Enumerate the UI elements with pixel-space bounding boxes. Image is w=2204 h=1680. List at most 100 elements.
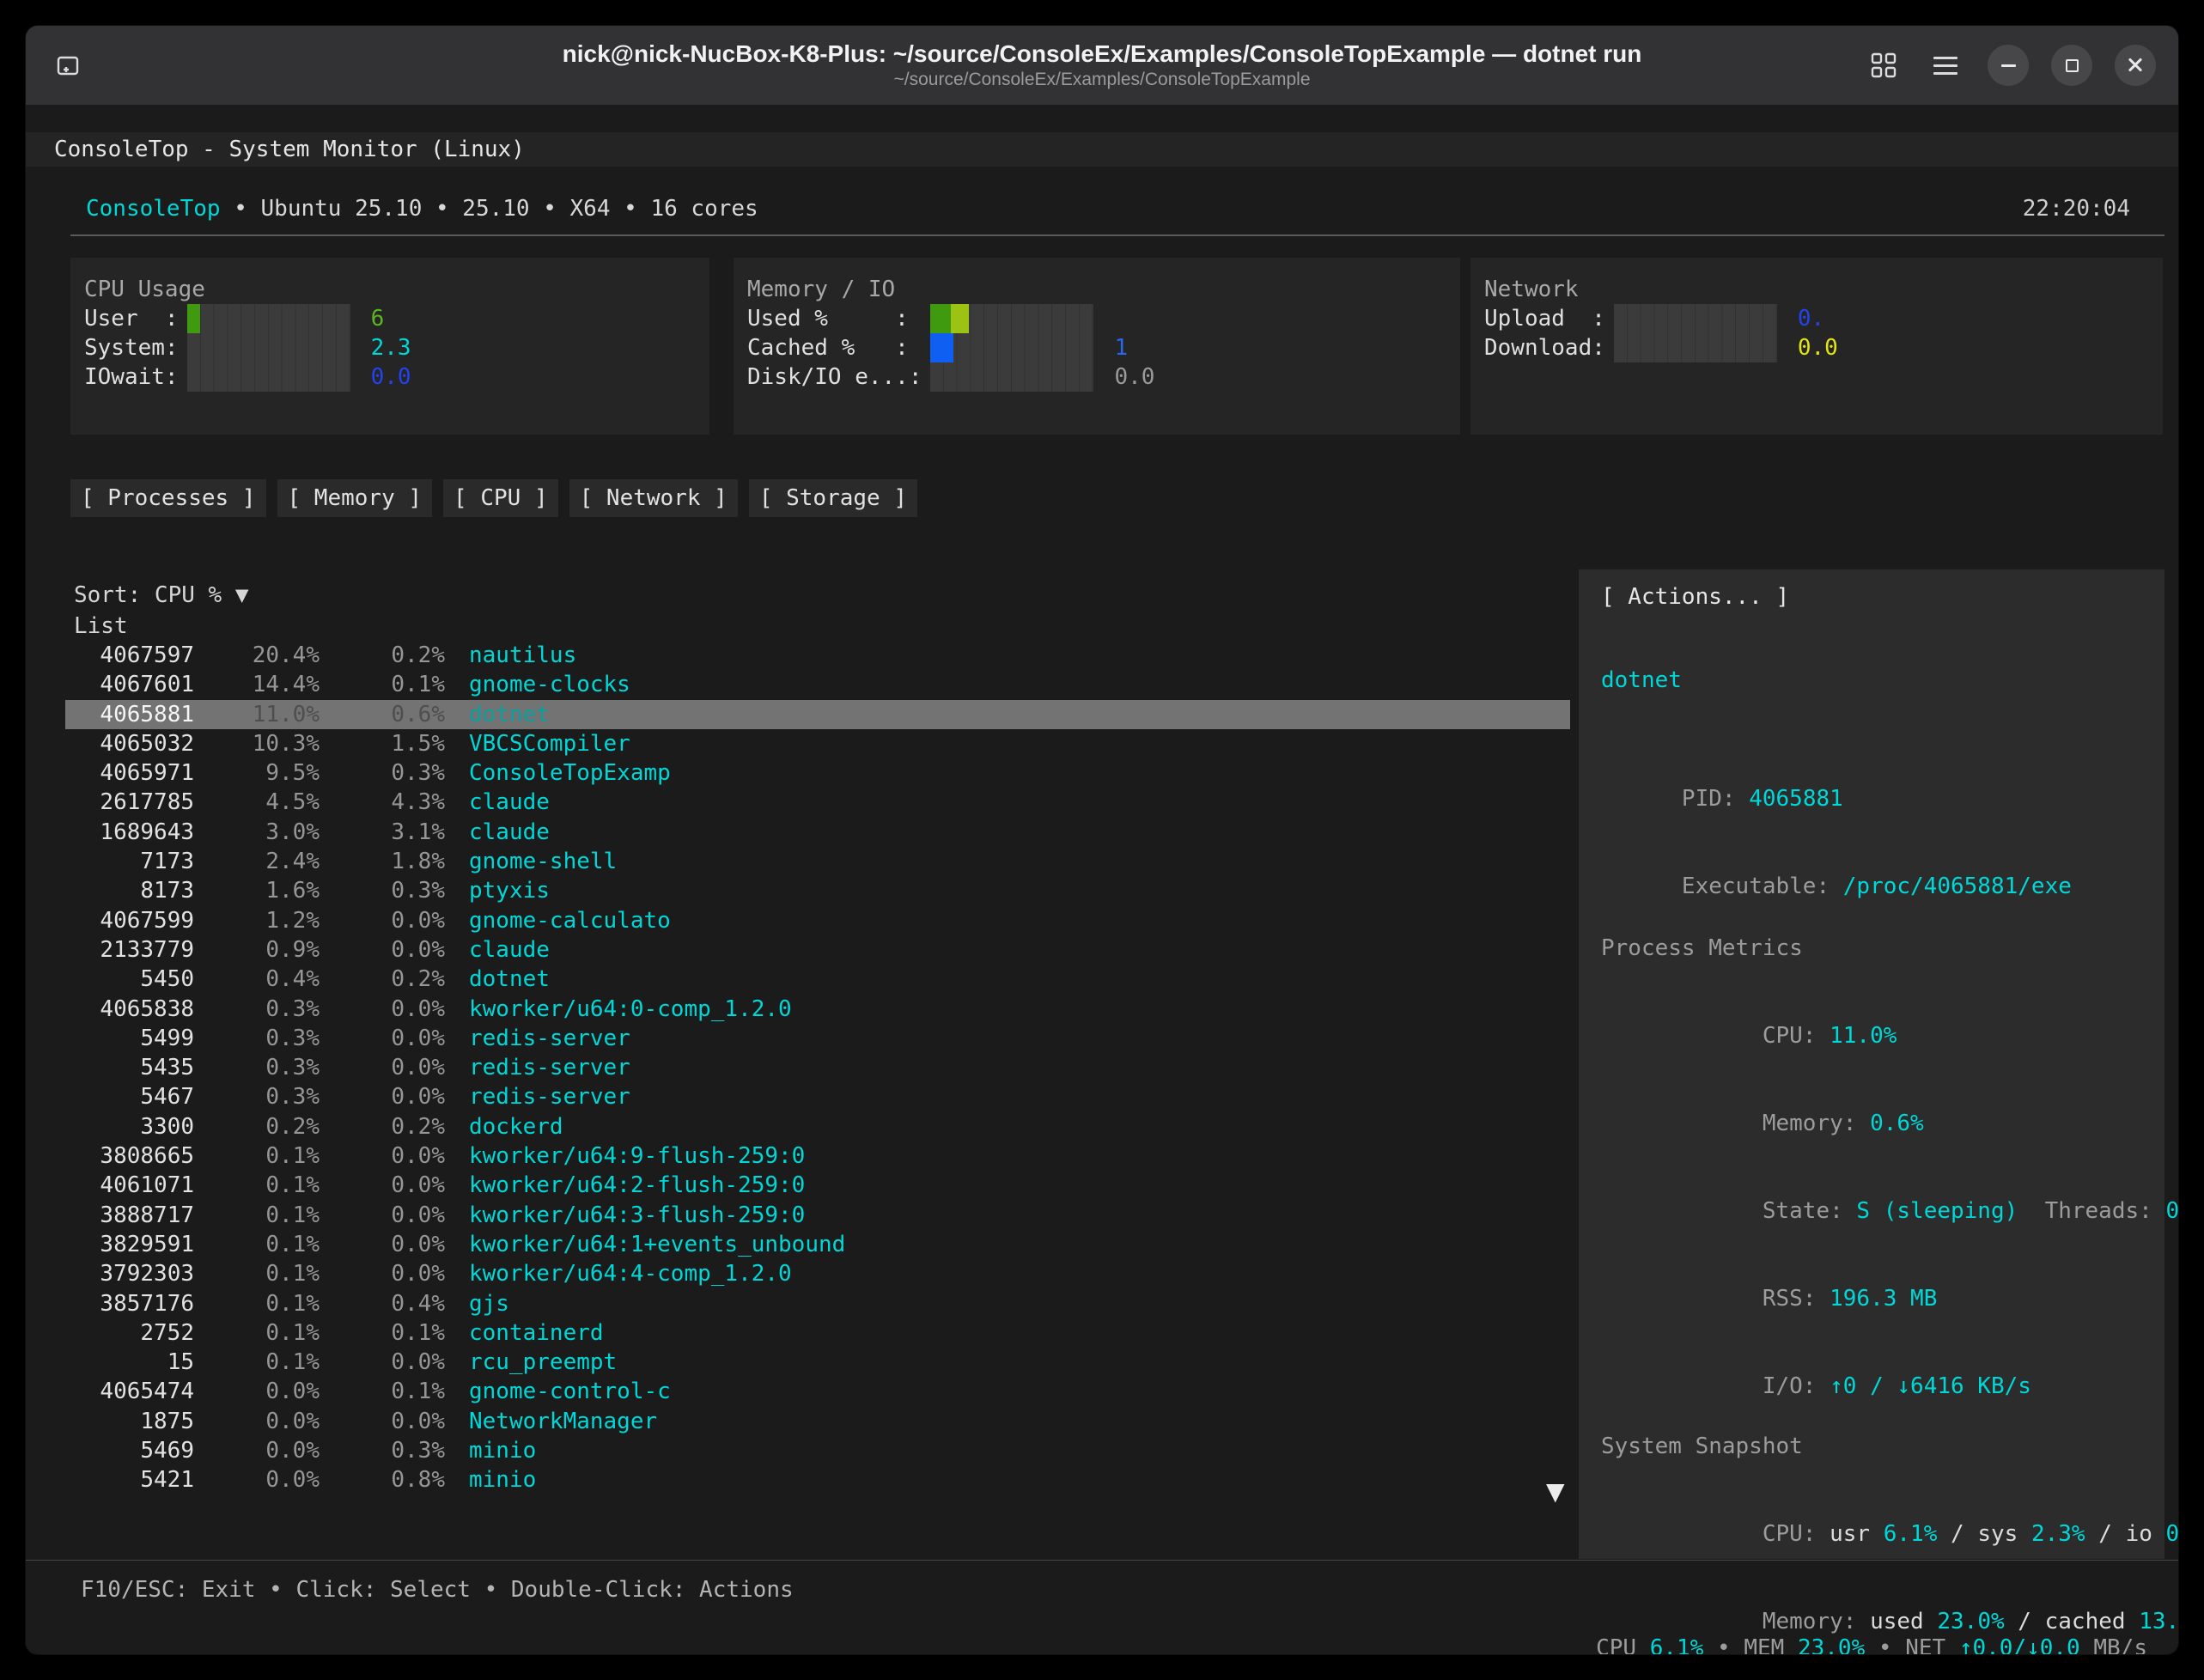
table-row[interactable]: 5421 0.0% 0.8% minio [65, 1465, 1570, 1494]
view-tab[interactable]: [ CPU ] [443, 479, 558, 517]
table-row[interactable]: 5469 0.0% 0.3% minio [65, 1436, 1570, 1465]
cell-pid: 3792303 [65, 1259, 194, 1288]
cell-pid: 5499 [65, 1024, 194, 1053]
table-row[interactable]: 3888717 0.1% 0.0% kworker/u64:3-flush-25… [65, 1201, 1570, 1230]
cell-mem: 0.1% [320, 670, 445, 699]
text-segment: / [1937, 1521, 1977, 1547]
view-tab[interactable]: [ Network ] [569, 479, 738, 517]
cell-process-name: gnome-control-c [445, 1377, 1570, 1406]
sort-control[interactable]: Sort: CPU % ▼ [74, 581, 249, 610]
minimize-button[interactable] [1988, 45, 2029, 86]
table-row[interactable]: 2133779 0.9% 0.0% claude [65, 935, 1570, 965]
cell-process-name: redis-server [445, 1024, 1570, 1053]
cell-process-name: claude [445, 788, 1570, 817]
close-button[interactable] [2115, 45, 2156, 86]
table-row[interactable]: 15 0.1% 0.0% rcu_preempt [65, 1348, 1570, 1377]
scroll-down-indicator[interactable]: ▼ [1546, 1477, 1565, 1506]
table-row[interactable]: 3792303 0.1% 0.0% kworker/u64:4-comp_1.2… [65, 1259, 1570, 1288]
cell-mem: 0.2% [320, 965, 445, 994]
text-segment: Memory: [1763, 1111, 1870, 1136]
cell-pid: 2133779 [65, 935, 194, 965]
table-row[interactable]: 5450 0.4% 0.2% dotnet [65, 965, 1570, 994]
status-divider [26, 1560, 2178, 1561]
table-row[interactable]: 3857176 0.1% 0.4% gjs [65, 1289, 1570, 1318]
text-segment: S (sleeping) [1856, 1198, 2018, 1224]
actions-button[interactable]: [ Actions... ] [1601, 578, 1789, 616]
app-title-strip: ConsoleTop - System Monitor (Linux) [26, 132, 2178, 167]
cell-pid: 8173 [65, 876, 194, 905]
table-row[interactable]: 4067597 20.4% 0.2% nautilus [65, 641, 1570, 670]
new-tab-button[interactable] [48, 46, 88, 85]
table-row[interactable]: 3808665 0.1% 0.0% kworker/u64:9-flush-25… [65, 1141, 1570, 1171]
table-row[interactable]: 1689643 3.0% 3.1% claude [65, 818, 1570, 847]
network-panel: Network Upload : 0. Download: 0.0 [1470, 258, 2163, 435]
table-row[interactable]: 5499 0.3% 0.0% redis-server [65, 1024, 1570, 1053]
cell-cpu: 2.4% [194, 847, 320, 876]
cell-mem: 0.3% [320, 876, 445, 905]
tab-overview-button[interactable] [1864, 46, 1903, 85]
text-segment: 11.0% [1830, 1023, 1897, 1049]
cell-cpu: 0.0% [194, 1465, 320, 1494]
text-segment: State: [1763, 1198, 1857, 1224]
text-segment: 23.0% [1798, 1635, 1865, 1654]
process-details-panel: [ Actions... ] dotnet PID: 4065881 Execu… [1579, 569, 2164, 1559]
table-row[interactable]: 3300 0.2% 0.2% dockerd [65, 1112, 1570, 1141]
tab-overview-icon [1871, 52, 1897, 78]
text-segment: • [1865, 1635, 1905, 1654]
table-row[interactable]: 2752 0.1% 0.1% containerd [65, 1318, 1570, 1348]
cell-mem: 0.6% [320, 700, 445, 729]
app-header: ConsoleTop • Ubuntu 25.10 • 25.10 • X64 … [86, 194, 2130, 223]
status-hints: F10/ESC: Exit • Click: Select • Double-C… [81, 1575, 794, 1604]
cell-mem: 1.5% [320, 729, 445, 758]
cell-mem: 0.0% [320, 935, 445, 965]
gauge-fill [187, 304, 200, 333]
cell-mem: 0.3% [320, 1436, 445, 1465]
cell-mem: 0.0% [320, 1201, 445, 1230]
cell-process-name: minio [445, 1465, 1570, 1494]
table-row[interactable]: 4067599 1.2% 0.0% gnome-calculato [65, 906, 1570, 935]
table-row[interactable]: 5435 0.3% 0.0% redis-server [65, 1053, 1570, 1082]
table-row[interactable]: 2617785 4.5% 4.3% claude [65, 788, 1570, 817]
gauge-value: 6 [371, 304, 385, 333]
cell-pid: 2752 [65, 1318, 194, 1348]
view-tab[interactable]: [ Processes ] [70, 479, 266, 517]
table-row[interactable]: 4061071 0.1% 0.0% kworker/u64:2-flush-25… [65, 1171, 1570, 1200]
cell-cpu: 0.1% [194, 1289, 320, 1318]
table-row[interactable]: 5467 0.3% 0.0% redis-server [65, 1082, 1570, 1111]
cell-process-name: VBCSCompiler [445, 729, 1570, 758]
cell-cpu: 0.3% [194, 1082, 320, 1111]
terminal-window: nick@nick-NucBox-K8-Plus: ~/source/Conso… [26, 26, 2178, 1654]
gauge-row: Upload : 0. [1484, 304, 2163, 333]
text-segment: 4065881 [1749, 786, 1843, 812]
cell-pid: 2617785 [65, 788, 194, 817]
cell-cpu: 0.4% [194, 965, 320, 994]
gauge-row: System: 2.3 [84, 333, 709, 362]
cell-process-name: NetworkManager [445, 1407, 1570, 1436]
table-row[interactable]: 4065032 10.3% 1.5% VBCSCompiler [65, 729, 1570, 758]
menu-button[interactable] [1926, 46, 1965, 85]
table-row[interactable]: 7173 2.4% 1.8% gnome-shell [65, 847, 1570, 876]
table-row[interactable]: 1875 0.0% 0.0% NetworkManager [65, 1407, 1570, 1436]
view-tab[interactable]: [ Storage ] [749, 479, 917, 517]
table-row[interactable]: 4065838 0.3% 0.0% kworker/u64:0-comp_1.2… [65, 995, 1570, 1024]
table-row[interactable]: 8173 1.6% 0.3% ptyxis [65, 876, 1570, 905]
cell-process-name: gnome-calculato [445, 906, 1570, 935]
gauge-value: 2.3 [371, 333, 411, 362]
gauge-bar [187, 304, 350, 333]
table-row[interactable]: 4065971 9.5% 0.3% ConsoleTopExamp [65, 758, 1570, 788]
gauge-label: System: [84, 333, 179, 362]
cell-process-name: ConsoleTopExamp [445, 758, 1570, 788]
table-row[interactable]: 4067601 14.4% 0.1% gnome-clocks [65, 670, 1570, 699]
gauge-fill [930, 333, 953, 362]
text-segment: /proc/4065881/exe [1843, 873, 2072, 899]
text-segment: 0 [2165, 1198, 2178, 1224]
maximize-button[interactable] [2051, 45, 2092, 86]
text-segment: / [2085, 1521, 2126, 1547]
table-row[interactable]: 4065474 0.0% 0.1% gnome-control-c [65, 1377, 1570, 1406]
view-tab[interactable]: [ Memory ] [277, 479, 433, 517]
table-row[interactable]: 3829591 0.1% 0.0% kworker/u64:1+events_u… [65, 1230, 1570, 1259]
table-row[interactable]: 4065881 11.0% 0.6% dotnet [65, 700, 1570, 729]
gauge-label: Used % : [747, 304, 922, 333]
cell-process-name: dotnet [445, 965, 1570, 994]
cell-cpu: 14.4% [194, 670, 320, 699]
